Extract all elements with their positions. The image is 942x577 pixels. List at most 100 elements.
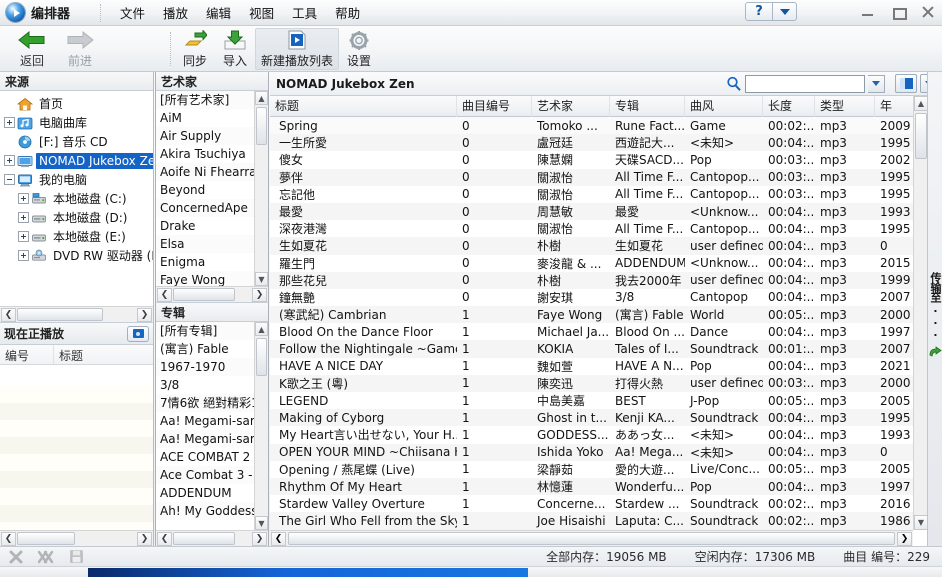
artist-list-item[interactable]: Beyond — [156, 181, 254, 199]
column-header-genre[interactable]: 曲风 — [685, 95, 763, 117]
tree-expander-icon[interactable] — [18, 193, 29, 204]
column-header-title[interactable]: 标题 — [270, 95, 457, 117]
hscroll-thumb[interactable] — [288, 532, 895, 545]
table-row[interactable]: K歌之王 (粵) 1 陳奕迅 打得火熱 user defined 00:03:... mp3… — [270, 374, 928, 392]
scroll-left-icon[interactable]: ❮ — [1, 531, 16, 546]
scroll-down-icon[interactable]: ▼ — [255, 516, 268, 530]
table-row[interactable]: The Girl Who Fell from the Sky 1 Joe Hisai… — [270, 512, 928, 530]
album-list-item[interactable]: [所有专辑] — [156, 322, 254, 340]
sync-button[interactable]: 同步 — [175, 28, 215, 70]
source-tree[interactable]: 首页 电脑曲库 [F:] 音乐 CD NOMAD Jukebox Zen 我的电脑 本地磁… — [0, 91, 153, 305]
menu-file[interactable]: 文件 — [111, 0, 154, 25]
transfer-tab[interactable]: 传输至... — [927, 72, 942, 546]
back-button[interactable]: 返回 — [8, 29, 56, 69]
now-playing-list[interactable] — [0, 386, 153, 529]
artist-list-item[interactable]: Drake — [156, 217, 254, 235]
hscroll-thumb[interactable] — [173, 532, 235, 545]
track-table-vscrollbar[interactable]: ▲ ▼ — [913, 96, 928, 530]
column-header-track[interactable]: 曲目编号 — [457, 95, 532, 117]
artist-list-item[interactable]: AiM — [156, 109, 254, 127]
vscroll-thumb[interactable] — [256, 338, 267, 376]
maximize-icon[interactable] — [890, 4, 907, 20]
table-row[interactable]: My Heart言い出せない, Your H... 1 GODDESS... ああっ女… — [270, 426, 928, 443]
import-button[interactable]: 导入 — [215, 28, 255, 70]
album-list-item[interactable]: ACE COMBAT 2 . — [156, 448, 254, 466]
column-header-artist[interactable]: 艺术家 — [532, 95, 610, 117]
tree-item-7[interactable]: 本地磁盘 (E:) — [0, 227, 153, 246]
scroll-left-icon[interactable]: ❮ — [1, 307, 16, 322]
table-row[interactable]: 生如夏花 0 朴樹 生如夏花 user defined 00:04:... mp3 0 — [270, 237, 928, 255]
table-row[interactable]: 一生所愛 0 盧冠廷 西遊記大... <未知> 00:04:... mp3 1995 — [270, 134, 928, 152]
table-row[interactable]: Stardew Valley Overture 1 Concerne... Stard… — [270, 495, 928, 512]
scroll-right-icon[interactable]: ❯ — [897, 531, 912, 546]
menu-edit[interactable]: 编辑 — [197, 0, 240, 25]
table-row[interactable]: 夢伴 0 關淑怡 All Time F... Cantopop... 00:03:... m… — [270, 168, 928, 186]
track-table-hscrollbar[interactable]: ❮ ❯ — [270, 530, 913, 546]
scroll-right-icon[interactable]: ❯ — [137, 307, 152, 322]
vscroll-thumb[interactable] — [915, 113, 927, 159]
album-vscrollbar[interactable]: ▲ ▼ — [254, 322, 268, 530]
artist-list-item[interactable]: [所有艺术家] — [156, 91, 254, 109]
table-row[interactable]: 鐘無艷 0 謝安琪 3/8 Cantopop 00:04:... mp3 2007 — [270, 289, 928, 306]
table-row[interactable]: Spring 0 Tomoko ... Rune Fact... Game 00:02:.… — [270, 117, 928, 135]
scroll-up-icon[interactable]: ▲ — [255, 322, 268, 336]
scroll-down-icon[interactable]: ▼ — [255, 272, 268, 286]
hscroll-thumb[interactable] — [17, 532, 75, 545]
table-row[interactable]: Follow the Nightingale ~Game... 1 KOKIA Tal… — [270, 340, 928, 358]
search-input[interactable] — [745, 74, 865, 93]
artist-list-item[interactable]: Enigma — [156, 253, 254, 271]
album-hscrollbar[interactable]: ❮ ❯ — [156, 530, 268, 546]
album-list-item[interactable]: Aa! Megami-sama — [156, 412, 254, 430]
track-table-header[interactable]: 标题 曲目编号 艺术家 专辑 曲风 长度 类型年 — [270, 95, 928, 117]
new-playlist-button[interactable]: 新建播放列表 — [255, 27, 340, 70]
artist-vscrollbar[interactable]: ▲ ▼ — [254, 91, 268, 286]
table-row[interactable]: LEGEND 1 中島美嘉 BEST J-Pop 00:05:... mp3 2005 — [270, 392, 928, 409]
hscroll-thumb[interactable] — [17, 308, 103, 321]
now-playing-hscrollbar[interactable]: ❮ ❯ — [0, 530, 153, 546]
artist-list[interactable]: [所有艺术家] AiM Air Supply Akira Tsuchiya Aoife … — [156, 91, 254, 286]
album-list[interactable]: [所有专辑] (寓言) Fable 1967-1970 3/8 7情6欲 絕對精彩1 Aa… — [156, 322, 254, 530]
tree-item-8[interactable]: DVD RW 驱动器 (F — [0, 246, 153, 265]
help-button[interactable]: ? — [745, 2, 773, 21]
table-row[interactable]: Opening / 燕尾蝶 (Live) 1 梁靜茹 愛的大遊... Live/Conc… — [270, 461, 928, 478]
album-list-item[interactable]: Ah! My Goddess: — [156, 502, 254, 520]
scroll-up-icon[interactable]: ▲ — [255, 91, 268, 105]
snapshot-icon[interactable] — [127, 325, 149, 342]
taskbar-active-item[interactable] — [88, 568, 528, 577]
column-header-type[interactable]: 类型 — [815, 95, 875, 117]
artist-list-item[interactable]: Air Supply — [156, 127, 254, 145]
table-row[interactable]: 最愛 0 周慧敏 最愛 <Unknow... 00:04:... mp3 1993 — [270, 202, 928, 221]
tree-expander-icon[interactable] — [18, 231, 29, 242]
scroll-left-icon[interactable]: ❮ — [157, 287, 172, 302]
table-row[interactable]: 忘記他 0 關淑怡 All Time F... Cantopop... 00:03:...… — [270, 186, 928, 203]
close-icon[interactable] — [920, 4, 936, 20]
album-list-item[interactable]: 1967-1970 — [156, 358, 254, 376]
table-row[interactable]: (寒武紀) Cambrian 1 Faye Wong (寓言) Fable World 0… — [270, 306, 928, 324]
album-list-item[interactable]: 3/8 — [156, 376, 254, 394]
view-layout-icon[interactable] — [895, 74, 917, 93]
album-list-item[interactable]: Ace Combat 3 - E — [156, 466, 254, 484]
album-list-item[interactable]: Aa! Megami-sama — [156, 430, 254, 448]
menu-view[interactable]: 视图 — [240, 0, 283, 25]
save-icon[interactable] — [68, 549, 84, 565]
artist-list-item[interactable]: Faye Wong — [156, 271, 254, 286]
table-row[interactable]: 羅生門 0 麥浚龍 & ... ADDENDUM <Unknow... 00:04:...… — [270, 255, 928, 272]
artist-list-item[interactable]: Elsa — [156, 235, 254, 253]
tree-item-3[interactable]: NOMAD Jukebox Zen — [0, 151, 153, 170]
tree-expander-icon[interactable] — [4, 155, 15, 166]
artist-list-item[interactable]: ConcernedApe — [156, 199, 254, 217]
minimize-icon[interactable] — [860, 4, 876, 20]
transfer-arrow-icon[interactable] — [929, 346, 942, 362]
table-row[interactable]: 那些花兒 0 朴樹 我去2000年 user defined 00:04:... mp3 19… — [270, 271, 928, 289]
delete-all-icon[interactable] — [38, 549, 54, 565]
track-table-body[interactable]: Spring 0 Tomoko ... Rune Fact... Game 00:02:.… — [270, 117, 928, 530]
table-row[interactable]: HAVE A NICE DAY 1 魏如萱 HAVE A N... Pop 00:04:.… — [270, 358, 928, 375]
tree-expander-icon[interactable] — [18, 250, 29, 261]
artist-hscrollbar[interactable]: ❮ ❯ — [156, 286, 268, 302]
tree-item-6[interactable]: 本地磁盘 (D:) — [0, 208, 153, 227]
hscroll-thumb[interactable] — [173, 288, 235, 301]
table-row[interactable]: OPEN YOUR MIND ~Chiisana H... 1 Ishida Yok… — [270, 443, 928, 461]
scroll-down-icon[interactable]: ▼ — [914, 515, 928, 530]
tree-item-4[interactable]: 我的电脑 — [0, 170, 153, 189]
tree-expander-icon[interactable] — [4, 174, 15, 185]
